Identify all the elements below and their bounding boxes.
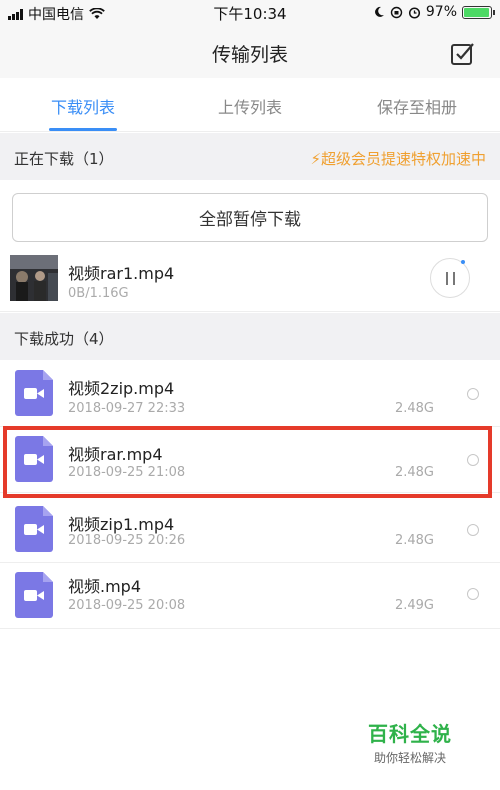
navigation-bar: 传输列表 [0,26,500,78]
file-size: 2.48G [394,401,434,416]
pause-download-button[interactable] [430,258,470,298]
completed-header-label: 下载成功（4） [14,330,114,348]
battery-icon [462,5,495,19]
watermark-logo: 百科全说 助你轻松解决 [360,718,460,766]
tab-bar: 下载列表 上传列表 保存至相册 [0,78,500,132]
highlight-box [3,426,492,498]
download-progress-text: 0B/1.16G [68,286,129,301]
active-tab-indicator [49,128,117,131]
select-radio[interactable] [467,524,479,536]
video-file-icon [15,506,53,552]
file-date: 2018-09-25 20:26 [68,533,186,548]
downloading-header-label: 正在下载（1） [14,150,114,168]
completed-section-header: 下载成功（4） [0,313,500,360]
tab-save-to-album[interactable]: 保存至相册 [334,94,500,118]
file-date: 2018-09-27 22:33 [68,401,186,416]
alarm-icon [408,6,420,19]
watermark-title: 百科全说 [368,722,452,746]
file-date: 2018-09-25 20:08 [68,598,186,613]
tab-upload-list[interactable]: 上传列表 [167,94,333,118]
file-name: 视频2zip.mp4 [68,379,175,398]
select-radio[interactable] [467,588,479,600]
vip-speedup-link[interactable]: ⚡超级会员提速特权加速中 [310,148,486,169]
orientation-lock-icon [390,6,403,18]
video-file-icon [15,572,53,618]
moon-icon [374,6,384,17]
completed-item[interactable]: 视频zip1.mp4 2018-09-25 20:26 2.48G [0,497,500,563]
tab-download-list[interactable]: 下载列表 [0,94,166,118]
completed-item[interactable]: 视频.mp4 2018-09-25 20:08 2.49G [0,563,500,629]
watermark-subtitle: 助你轻松解决 [373,751,446,765]
select-radio[interactable] [467,388,479,400]
video-thumbnail [10,255,58,301]
page-title: 传输列表 [211,44,288,66]
progress-dot-icon [461,260,465,264]
downloading-file-name: 视频rar1.mp4 [68,264,175,283]
video-file-icon [15,370,53,416]
completed-item[interactable]: 视频2zip.mp4 2018-09-27 22:33 2.48G [0,361,500,427]
file-name: 视频.mp4 [68,577,142,596]
downloading-section-header: 正在下载（1） ⚡超级会员提速特权加速中 [0,133,500,180]
status-bar: 中国电信 下午10:34 97% [0,0,500,26]
battery-percent: 97% [425,4,457,20]
checkbox-edit-icon[interactable] [450,40,476,66]
file-size: 2.49G [394,598,434,613]
downloading-item[interactable]: 视频rar1.mp4 0B/1.16G [0,246,500,312]
file-size: 2.48G [394,533,434,548]
pause-all-button[interactable]: 全部暂停下载 [12,193,488,242]
file-name: 视频zip1.mp4 [68,515,175,534]
